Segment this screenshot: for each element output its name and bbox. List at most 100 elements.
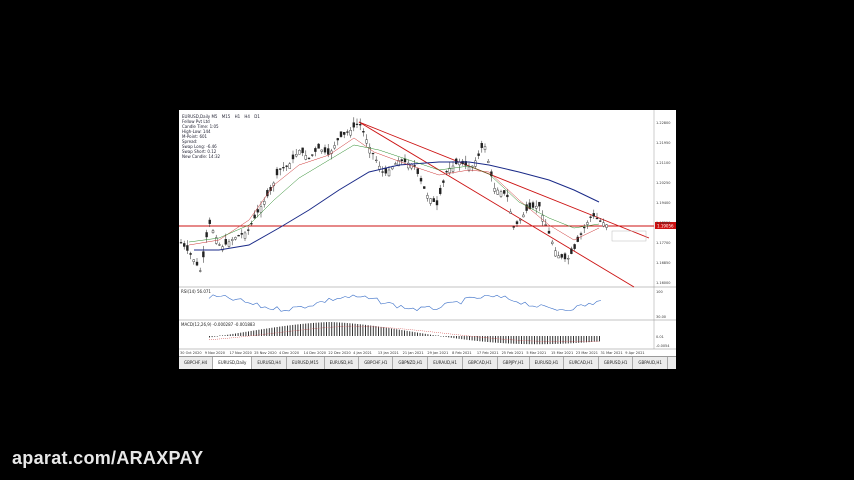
macd-bar [575,336,577,344]
candle-body [381,171,384,173]
candle-body [445,171,448,173]
macd-bar [375,326,377,336]
macd-bar [528,336,530,345]
candle-body [519,219,522,221]
timeframe-h4[interactable]: H4 [244,114,250,119]
candle-body [275,168,279,176]
time-tick-label: 8 Feb 2021 [452,351,472,355]
candle-body [202,251,205,258]
candle-body [186,245,189,251]
macd-bar [245,331,247,336]
rsi-line [208,294,602,312]
candle-body [342,131,346,135]
macd-bar [554,336,556,344]
candle-body [317,143,320,149]
candle-body [234,237,237,240]
chart-tab[interactable]: EURUSD,H1 [325,357,360,369]
macd-bar [292,324,294,336]
candle-body [439,187,442,194]
macd-bar [250,330,252,336]
macd-bar [476,336,478,341]
macd-bar [549,336,551,345]
chart-tab[interactable]: EURUSD,H4 [252,357,287,369]
candle-body [480,143,483,148]
candle-body [503,190,506,194]
time-tick-label: 14 Dec 2020 [304,351,326,355]
price-tick-label: 1.21100 [656,161,670,165]
macd-bar [552,336,554,345]
candle-body [416,168,420,174]
chart-tab[interactable]: EURUSD,Daily [213,357,253,369]
candle-body [403,158,407,163]
candle-body [320,149,324,152]
candle-body [336,138,340,141]
candle-body [237,235,240,237]
chart-tab[interactable]: EURUSD,H1 [530,357,565,369]
macd-bar [323,322,325,336]
candle-body [496,189,499,195]
macd-bar [401,330,403,336]
macd-bar [484,336,486,342]
chart-tab[interactable]: EURAUD,H1 [428,357,463,369]
macd-bar [229,334,231,336]
candle-body [362,131,365,133]
macd-bar [479,336,481,342]
candle-body [192,259,196,262]
macd-bar [391,328,392,336]
macd-bar [328,322,330,336]
macd-bar [409,331,411,336]
chart-tab[interactable]: GBPCHF,H4 [179,357,214,369]
chart-tab[interactable]: GBPCAD,H1 [463,357,498,369]
candle-body [256,209,260,213]
candle-body [227,241,231,247]
macd-bar [339,322,340,336]
chart-tab[interactable]: GBPUSD,H1 [599,357,634,369]
candle-body [592,213,595,217]
chart-tab[interactable]: GBPNZD,H1 [393,357,429,369]
macd-bar [336,322,338,336]
candle-body [429,198,432,204]
candle-body [291,154,295,160]
macd-bar [263,328,265,336]
macd-bar [487,336,489,342]
candle-body [205,232,208,238]
macd-bar [344,322,346,336]
candle-body [509,211,512,214]
chart-tab[interactable]: GBPCHF,H1 [359,357,394,369]
macd-bar [281,326,283,336]
macd-bar [372,325,374,336]
candle-body [531,202,535,208]
timeframe-d1[interactable]: D1 [254,114,260,119]
candle-body [487,161,490,163]
macd-bar [279,326,281,336]
candle-body [211,230,215,233]
channel-line-lower[interactable] [358,121,635,288]
macd-bar [320,322,322,336]
candle-body [512,226,515,228]
rsi-axis-bottom: 30.00 [656,315,666,319]
macd-bar [482,336,483,342]
macd-bar [492,336,494,343]
timeframe-h1[interactable]: H1 [235,114,241,119]
chart-tab[interactable]: EURCAD,H1 [564,357,599,369]
time-tick-label: 9 Apr 2021 [625,351,644,355]
info-row: New Candle: 14:32 [182,154,221,159]
macd-bar [209,336,210,338]
macd-bar [500,336,502,344]
chart-tab[interactable]: GBPJPY,H1 [498,357,530,369]
macd-bar [536,336,538,345]
candle-body [544,224,547,226]
macd-bar [307,323,309,336]
macd-bar [531,336,533,345]
macd-bar [385,327,387,336]
macd-bar [461,336,463,340]
timeframe-m5[interactable]: M5 [211,114,217,119]
macd-bar [388,328,390,336]
timeframe-m15[interactable]: M15 [222,114,231,119]
candle-body [602,222,605,227]
watermark-text: aparat.com/ARAXPAY [12,448,204,468]
chart-tab[interactable]: EURUSD,M15 [287,357,325,369]
channel-line-upper[interactable] [358,121,650,239]
chart-tab[interactable]: GBPAUD,H1 [633,357,668,369]
candle-body [278,168,282,170]
